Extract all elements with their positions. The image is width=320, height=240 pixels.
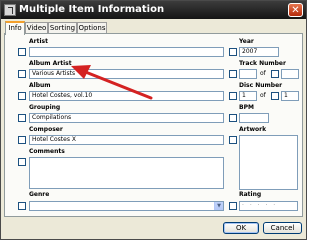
artwork-well[interactable] — [239, 135, 298, 190]
info-panel: Artist Album Artist Various Artists Albu… — [4, 33, 303, 217]
track-total-field[interactable] — [281, 69, 299, 79]
bpm-checkbox[interactable] — [229, 114, 237, 122]
genre-label: Genre — [29, 191, 50, 198]
composer-label: Composer — [29, 126, 63, 133]
album-artist-checkbox[interactable] — [18, 70, 26, 78]
genre-select[interactable]: ▼ — [29, 201, 224, 211]
grouping-field[interactable]: Compilations — [29, 113, 224, 123]
window-title: Multiple Item Information — [19, 4, 165, 15]
itunes-app-icon — [4, 4, 16, 16]
bpm-label: BPM — [239, 104, 254, 111]
comments-field[interactable] — [29, 157, 224, 189]
disc-number-label: Disc Number — [239, 82, 283, 89]
artwork-checkbox[interactable] — [229, 136, 237, 144]
close-icon[interactable]: ✕ — [288, 3, 303, 17]
track-number-checkbox[interactable] — [229, 70, 237, 78]
artist-label: Artist — [29, 38, 48, 45]
comments-label: Comments — [29, 148, 65, 155]
artist-checkbox[interactable] — [18, 48, 26, 56]
album-checkbox[interactable] — [18, 92, 26, 100]
comments-checkbox[interactable] — [18, 158, 26, 166]
track-of-label: of — [260, 70, 266, 77]
year-checkbox[interactable] — [229, 48, 237, 56]
annotation-arrow — [71, 65, 153, 100]
track-number-label: Track Number — [239, 60, 286, 67]
chevron-down-icon[interactable]: ▼ — [214, 202, 223, 210]
disc-total-field[interactable]: 1 — [281, 91, 299, 101]
disc-number-checkbox[interactable] — [229, 92, 237, 100]
tab-info[interactable]: Info — [5, 21, 25, 35]
composer-field[interactable]: Hotel Costes X — [29, 135, 224, 145]
grouping-checkbox[interactable] — [18, 114, 26, 122]
disc-of-label: of — [260, 92, 266, 99]
composer-checkbox[interactable] — [18, 136, 26, 144]
disc-total-checkbox[interactable] — [271, 92, 279, 100]
genre-checkbox[interactable] — [18, 202, 26, 210]
disc-number-field[interactable]: 1 — [239, 91, 257, 101]
title-bar: Multiple Item Information ✕ — [1, 1, 306, 19]
bpm-field[interactable] — [239, 113, 269, 123]
track-number-field[interactable] — [239, 69, 257, 79]
rating-stars[interactable]: · · · · · — [239, 201, 298, 211]
artist-field[interactable] — [29, 47, 224, 57]
grouping-label: Grouping — [29, 104, 61, 111]
album-label: Album — [29, 82, 51, 89]
year-label: Year — [239, 38, 254, 45]
ok-button[interactable]: OK — [223, 222, 259, 234]
year-field[interactable]: 2007 — [239, 47, 279, 57]
track-total-checkbox[interactable] — [271, 70, 279, 78]
cancel-button[interactable]: Cancel — [263, 222, 302, 234]
rating-label: Rating — [239, 191, 262, 198]
rating-checkbox[interactable] — [229, 202, 237, 210]
multiple-item-information-dialog: Multiple Item Information ✕ Info Video S… — [0, 0, 307, 240]
artwork-label: Artwork — [239, 126, 267, 133]
